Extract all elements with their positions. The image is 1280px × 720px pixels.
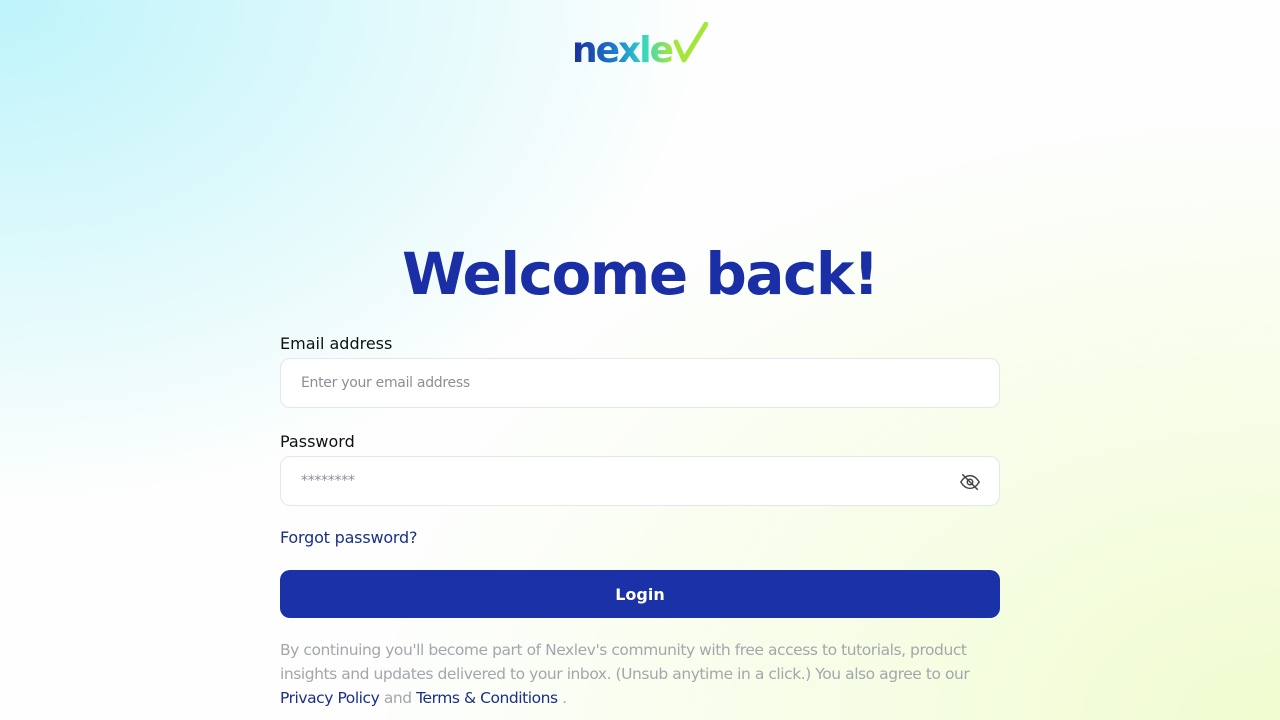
password-input[interactable]	[281, 457, 999, 505]
password-label: Password	[280, 432, 355, 451]
svg-text:nexle: nexle	[572, 30, 673, 66]
page-title: Welcome back!	[402, 240, 879, 308]
email-field-wrapper	[280, 358, 1000, 408]
email-label: Email address	[280, 334, 393, 353]
password-field-wrapper	[280, 456, 1000, 506]
email-input[interactable]	[281, 359, 999, 407]
login-form: Email address Password Forgot password? …	[280, 330, 1000, 710]
eye-off-icon[interactable]	[959, 471, 981, 493]
forgot-password-link[interactable]: Forgot password?	[280, 526, 417, 550]
privacy-policy-link[interactable]: Privacy Policy	[280, 689, 380, 707]
terms-conditions-link[interactable]: Terms & Conditions	[416, 689, 558, 707]
disclaimer-end: .	[562, 689, 567, 707]
disclaimer-text: By continuing you'll become part of Nexl…	[280, 638, 1000, 710]
disclaimer-and: and	[383, 689, 412, 707]
nexlev-logo: nexle	[572, 22, 708, 66]
login-button[interactable]: Login	[280, 570, 1000, 618]
disclaimer-body: By continuing you'll become part of Nexl…	[280, 641, 970, 683]
